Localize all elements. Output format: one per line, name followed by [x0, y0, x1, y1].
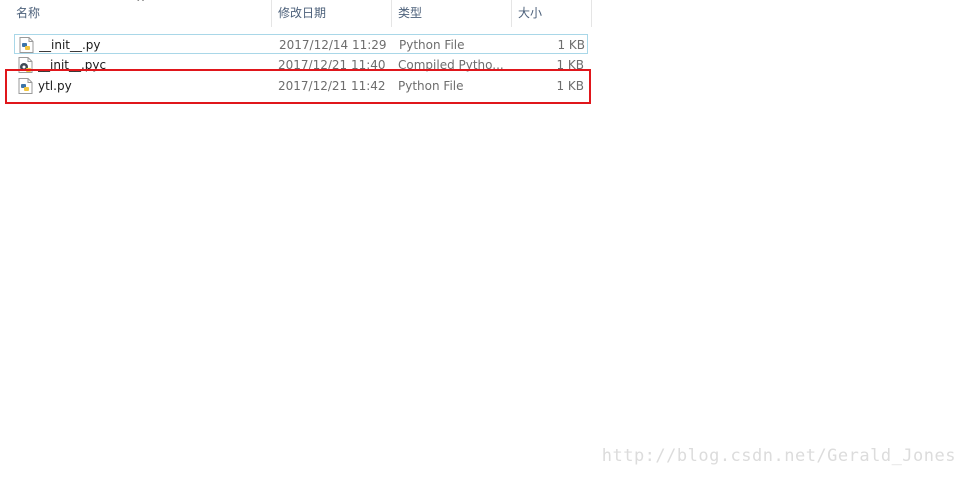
file-type: Python File	[399, 38, 465, 52]
highlight-annotation-box	[5, 69, 591, 104]
file-row-init-py[interactable]: __init__.py 2017/12/14 11:29 Python File…	[14, 34, 588, 54]
file-modified-date: 2017/12/14 11:29	[279, 38, 387, 52]
column-header-bar: ^ 名称 修改日期 类型 大小	[0, 0, 592, 27]
column-header-type[interactable]: 类型	[392, 0, 512, 27]
column-header-size[interactable]: 大小	[512, 0, 592, 27]
python-file-icon	[19, 37, 34, 53]
column-header-date-modified[interactable]: 修改日期	[272, 0, 392, 27]
file-size: 1 KB	[557, 38, 585, 52]
file-name: __init__.py	[39, 38, 101, 52]
column-header-name[interactable]: 名称	[10, 0, 272, 27]
watermark-text: http://blog.csdn.net/Gerald_Jones	[601, 446, 956, 466]
